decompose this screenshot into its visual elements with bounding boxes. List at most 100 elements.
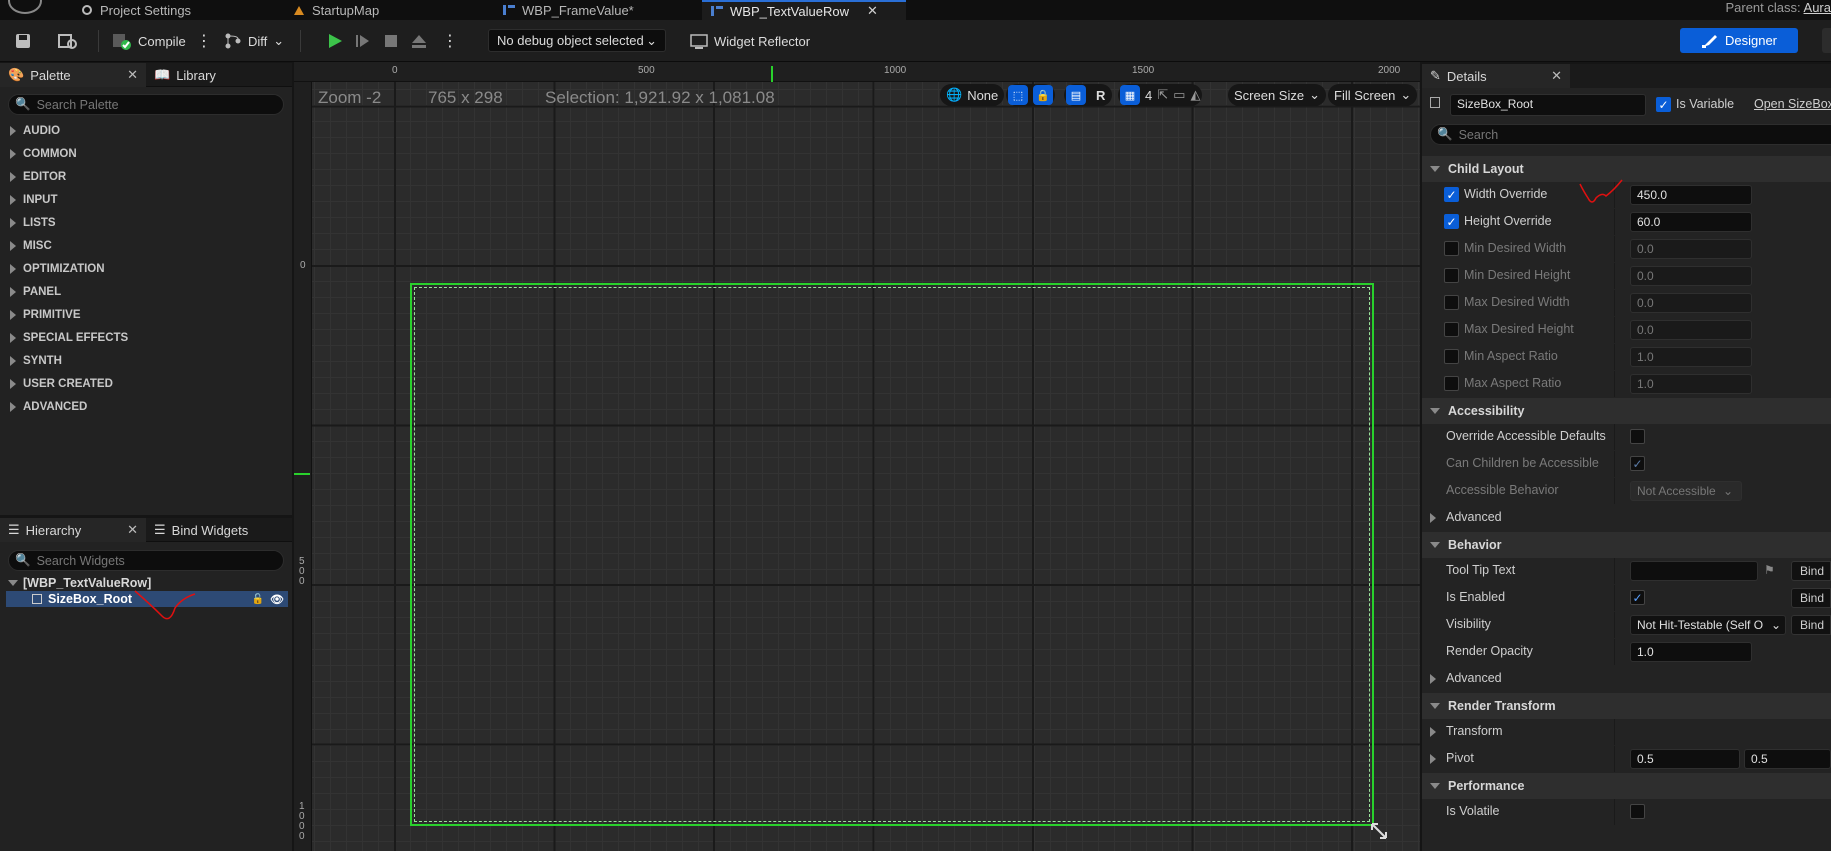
- tab-project-settings[interactable]: Project Settings: [72, 0, 199, 20]
- details-search-input[interactable]: [1458, 127, 1831, 142]
- min-desired-width-input[interactable]: 0.0: [1630, 239, 1752, 259]
- parent-class-link[interactable]: Aura: [1804, 0, 1831, 15]
- close-icon[interactable]: ✕: [127, 67, 138, 83]
- diff-button[interactable]: Diff ⌄: [224, 20, 284, 62]
- max-desired-height-input[interactable]: 0.0: [1630, 320, 1752, 340]
- localization-flag-icon[interactable]: ⚑: [1764, 563, 1775, 577]
- lock-icon[interactable]: 🔒: [1033, 85, 1053, 105]
- lock-icon[interactable]: 🔓: [252, 594, 264, 605]
- category-misc[interactable]: MISC: [10, 238, 52, 254]
- section-performance[interactable]: Performance: [1422, 773, 1831, 799]
- min-aspect-ratio-checkbox[interactable]: [1444, 349, 1459, 364]
- category-special-effects[interactable]: SPECIAL EFFECTS: [10, 330, 128, 346]
- tab-details[interactable]: ✎ Details ✕: [1422, 64, 1570, 88]
- eject-button[interactable]: [410, 20, 428, 62]
- tri-layout-icon[interactable]: ◭: [1190, 87, 1200, 103]
- localization-preview-button[interactable]: 🌐 None: [940, 84, 1005, 106]
- pivot-y-input[interactable]: 0.5: [1744, 749, 1831, 769]
- tooltip-bind-button[interactable]: Bind: [1791, 561, 1831, 581]
- details-search[interactable]: 🔍: [1430, 124, 1831, 145]
- outline-icon[interactable]: ▤: [1066, 85, 1086, 105]
- visibility-dropdown[interactable]: Not Hit-Testable (Self O ⌄: [1630, 615, 1786, 635]
- screen-size-dropdown[interactable]: Screen Size ⌄: [1228, 84, 1326, 106]
- graph-mode-button[interactable]: [1822, 28, 1831, 53]
- designer-canvas[interactable]: 0 500 1000 1500 2000 0 5 0 0 1 0 0 0 Zoo…: [294, 62, 1420, 851]
- visibility-bind-button[interactable]: Bind: [1791, 615, 1831, 635]
- image-preview-icon[interactable]: ▭: [1173, 87, 1185, 103]
- play-options-icon[interactable]: ⋮: [442, 20, 458, 62]
- tab-palette[interactable]: 🎨 Palette ✕: [0, 63, 146, 87]
- row-behavior-advanced[interactable]: Advanced: [1422, 666, 1831, 692]
- tab-wbp-framevalue[interactable]: WBP_FrameValue*: [494, 0, 642, 20]
- min-aspect-ratio-input[interactable]: 1.0: [1630, 347, 1752, 367]
- resize-handle-icon[interactable]: [1369, 821, 1389, 841]
- width-override-checkbox[interactable]: [1444, 187, 1459, 202]
- step-button[interactable]: [354, 20, 372, 62]
- designer-mode-button[interactable]: Designer: [1680, 28, 1798, 53]
- height-override-input[interactable]: 60.0: [1630, 212, 1752, 232]
- row-transform[interactable]: Transform: [1422, 719, 1831, 745]
- tab-bind-widgets[interactable]: ☰ Bind Widgets: [146, 518, 292, 542]
- fill-screen-dropdown[interactable]: Fill Screen ⌄: [1328, 84, 1418, 106]
- is-variable-checkbox[interactable]: [1656, 97, 1671, 112]
- children-accessible-checkbox[interactable]: [1630, 456, 1645, 471]
- max-desired-width-input[interactable]: 0.0: [1630, 293, 1752, 313]
- grid-icon[interactable]: ▦: [1120, 85, 1140, 105]
- max-desired-width-checkbox[interactable]: [1444, 295, 1459, 310]
- height-override-checkbox[interactable]: [1444, 214, 1459, 229]
- close-icon[interactable]: ✕: [127, 522, 138, 538]
- category-editor[interactable]: EDITOR: [10, 169, 66, 185]
- canvas-grid[interactable]: [312, 82, 1420, 851]
- open-sizebox-link[interactable]: Open SizeBox: [1754, 97, 1831, 111]
- compile-button[interactable]: Compile: [112, 20, 186, 62]
- section-child-layout[interactable]: Child Layout: [1422, 156, 1831, 182]
- marquee-select-icon[interactable]: ⬚: [1008, 85, 1028, 105]
- widget-reflector-button[interactable]: Widget Reflector: [690, 20, 810, 62]
- max-desired-height-checkbox[interactable]: [1444, 322, 1459, 337]
- min-desired-width-checkbox[interactable]: [1444, 241, 1459, 256]
- close-icon[interactable]: ✕: [1551, 68, 1562, 84]
- debug-object-select[interactable]: No debug object selected ⌄: [488, 29, 666, 52]
- expand-arrow-icon[interactable]: [1430, 754, 1436, 764]
- tab-startupmap[interactable]: StartupMap: [284, 0, 387, 20]
- category-panel[interactable]: PANEL: [10, 284, 61, 300]
- close-icon[interactable]: ✕: [867, 3, 878, 19]
- cursor-icon[interactable]: ⇱: [1157, 87, 1168, 103]
- browse-button[interactable]: [58, 20, 78, 62]
- section-render-transform[interactable]: Render Transform: [1422, 693, 1831, 719]
- category-common[interactable]: COMMON: [10, 146, 77, 162]
- width-override-input[interactable]: 450.0: [1630, 185, 1752, 205]
- category-optimization[interactable]: OPTIMIZATION: [10, 261, 105, 277]
- row-accessibility-advanced[interactable]: Advanced: [1422, 505, 1831, 531]
- section-behavior[interactable]: Behavior: [1422, 532, 1831, 558]
- tab-library[interactable]: 📖 Library: [146, 63, 292, 87]
- play-button[interactable]: [326, 20, 344, 62]
- is-volatile-checkbox[interactable]: [1630, 804, 1645, 819]
- palette-search-input[interactable]: [36, 97, 283, 112]
- category-input[interactable]: INPUT: [10, 192, 58, 208]
- grid-snap-value[interactable]: 4: [1145, 88, 1152, 103]
- is-enabled-checkbox[interactable]: [1630, 590, 1645, 605]
- sizebox-root-selection[interactable]: [410, 283, 1374, 826]
- category-synth[interactable]: SYNTH: [10, 353, 62, 369]
- category-lists[interactable]: LISTS: [10, 215, 56, 231]
- respect-locks-button[interactable]: R: [1091, 88, 1110, 103]
- tooltip-text-input[interactable]: [1630, 561, 1758, 581]
- hierarchy-search[interactable]: 🔍: [8, 550, 284, 571]
- collapse-arrow-icon[interactable]: [8, 580, 18, 586]
- hierarchy-search-input[interactable]: [36, 553, 283, 568]
- max-aspect-ratio-checkbox[interactable]: [1444, 376, 1459, 391]
- palette-search[interactable]: 🔍: [8, 94, 284, 115]
- tab-wbp-textvaluerow[interactable]: WBP_TextValueRow ✕: [702, 0, 906, 20]
- save-button[interactable]: [14, 20, 32, 62]
- accessible-behavior-dropdown[interactable]: Not Accessible ⌄: [1630, 481, 1742, 501]
- category-primitive[interactable]: PRIMITIVE: [10, 307, 81, 323]
- compile-options-icon[interactable]: ⋮: [196, 20, 212, 62]
- enabled-bind-button[interactable]: Bind: [1791, 588, 1831, 608]
- visibility-eye-icon[interactable]: 👁: [270, 593, 284, 606]
- override-accessible-checkbox[interactable]: [1630, 429, 1645, 444]
- section-accessibility[interactable]: Accessibility: [1422, 398, 1831, 424]
- min-desired-height-input[interactable]: 0.0: [1630, 266, 1752, 286]
- widget-name-field[interactable]: SizeBox_Root: [1450, 94, 1646, 116]
- stop-button[interactable]: [382, 20, 400, 62]
